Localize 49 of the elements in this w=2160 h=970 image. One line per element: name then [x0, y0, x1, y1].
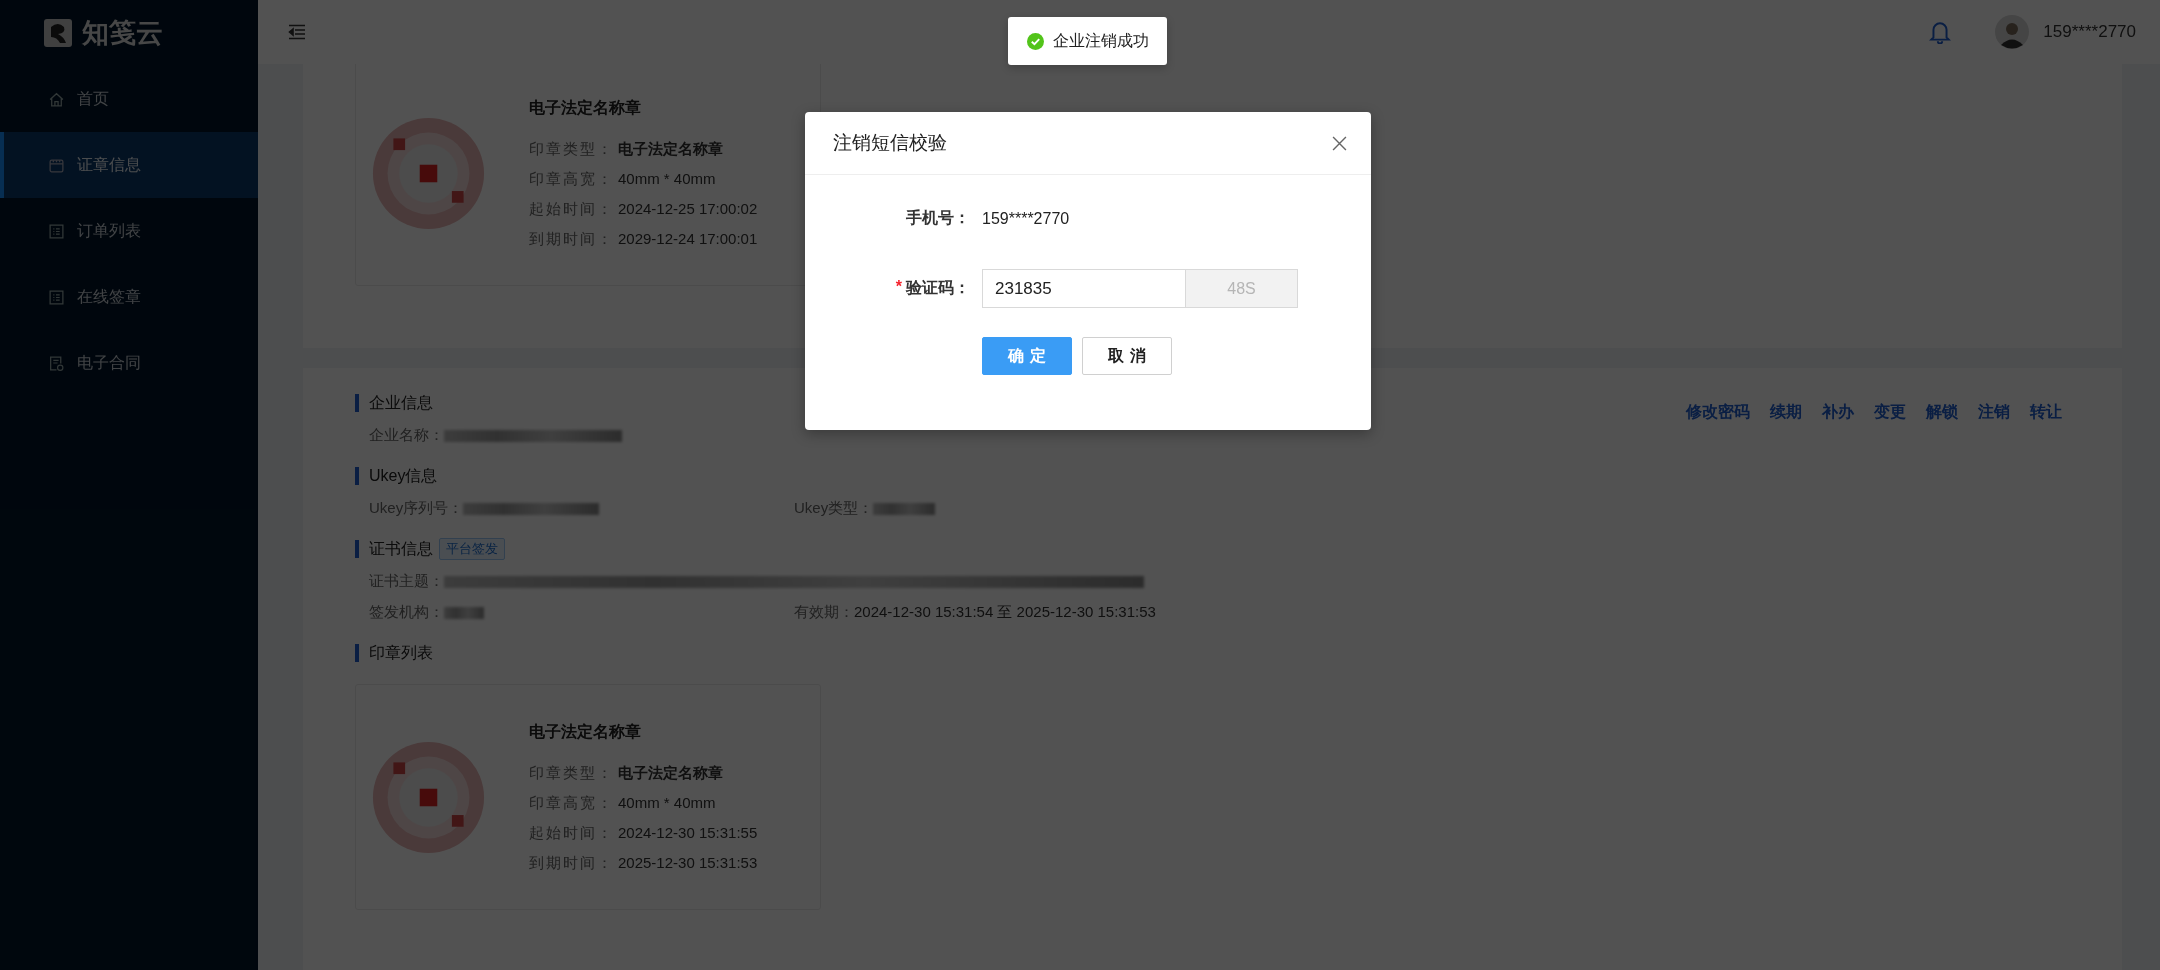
logo-text: 知笺云 — [82, 17, 163, 50]
section-title: 印章列表 — [369, 642, 433, 663]
required-mark: * — [895, 278, 902, 297]
document-icon — [48, 354, 65, 372]
home-icon — [48, 90, 65, 108]
section-title: 企业信息 — [369, 392, 433, 413]
action-link[interactable]: 补办 — [1822, 402, 1854, 423]
action-link[interactable]: 续期 — [1770, 402, 1802, 423]
field-value: 电子法定名称章 — [618, 139, 723, 159]
code-input[interactable]: 231835 — [982, 269, 1186, 308]
user-name[interactable]: 159****2770 — [2043, 22, 2136, 42]
action-link[interactable]: 注销 — [1978, 402, 2010, 423]
check-icon — [1026, 32, 1044, 50]
action-link[interactable]: 转让 — [2030, 402, 2062, 423]
action-link[interactable]: 修改密码 — [1686, 402, 1750, 423]
field-value: 40mm * 40mm — [618, 793, 716, 813]
logo-icon — [44, 19, 72, 47]
section-title: 证书信息 — [369, 538, 433, 559]
bell-icon[interactable] — [1929, 20, 1952, 44]
field-value: 2024-12-30 15:31:54 至 2025-12-30 15:31:53 — [854, 603, 1156, 622]
action-link[interactable]: 变更 — [1874, 402, 1906, 423]
field-value: 2024-12-30 15:31:55 — [618, 823, 758, 843]
action-link[interactable]: 解锁 — [1926, 402, 1958, 423]
tag: 平台签发 — [439, 538, 505, 560]
close-icon[interactable] — [1332, 135, 1347, 151]
field-label: 验证码： — [906, 278, 970, 298]
sidebar-item[interactable]: 首页 — [0, 66, 258, 132]
list-icon — [48, 288, 65, 306]
sidebar-item[interactable]: 在线签章 — [0, 264, 258, 330]
field-value: 电子法定名称章 — [618, 763, 723, 783]
dialog-title: 注销短信校验 — [833, 131, 947, 155]
sidebar-item[interactable]: 订单列表 — [0, 198, 258, 264]
field-value: 2025-12-30 15:31:53 — [618, 853, 758, 873]
menu-fold-icon[interactable] — [288, 24, 306, 40]
seal-title: 电子法定名称章 — [529, 97, 642, 118]
toast-message: 企业注销成功 — [1052, 30, 1149, 51]
field-label: 手机号： — [906, 208, 970, 228]
sidebar-item[interactable]: 证章信息 — [0, 132, 258, 198]
list-icon — [48, 222, 65, 240]
field-value: 2024-12-25 17:00:02 — [618, 199, 758, 219]
cancel-button[interactable]: 取消 — [1082, 337, 1172, 375]
phone-number: 159****2770 — [982, 209, 1070, 228]
field-value: 40mm * 40mm — [618, 169, 716, 189]
seal-title: 电子法定名称章 — [529, 721, 642, 742]
avatar-icon[interactable] — [1995, 15, 2030, 49]
section-title: Ukey信息 — [369, 465, 438, 486]
sidebar-item[interactable]: 电子合同 — [0, 330, 258, 396]
confirm-button[interactable]: 确定 — [982, 337, 1072, 375]
field-value: 2029-12-24 17:00:01 — [618, 229, 758, 249]
